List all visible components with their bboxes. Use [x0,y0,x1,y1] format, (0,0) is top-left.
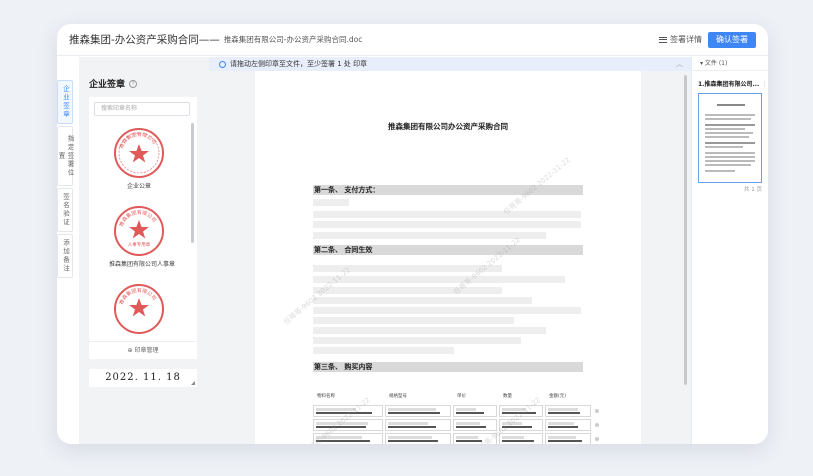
hint-text: 请拖动左侧印章至文件，至少签署 1 处 印章 [230,60,368,68]
text-line [313,327,546,334]
seal-list: 搜索印章名称 推森集团有限公司 企业公章 推森集团有限公司 人事专用章 推森集团… [89,97,197,359]
table-header: 规格型号 [389,394,407,399]
vertical-tabs: 企业签章 指定签署位置 签名验证 添加备注 [57,80,74,280]
file-name: 推森集团有限公司-办公资产采购合同.doc [223,35,363,44]
sign-detail-link[interactable]: 签署详情 [659,34,702,45]
list-icon [659,35,667,44]
page-thumbnail[interactable] [698,93,762,183]
date-stamp[interactable]: 2022. 11. 18 [89,369,197,387]
section-3-heading: 第三条、 购买内容 [313,362,583,372]
table-cell [313,419,383,431]
table-header: 物料名称 [317,394,335,399]
table-cell [313,405,383,417]
document-scrollbar[interactable] [684,75,687,385]
sign-detail-label: 签署详情 [670,35,702,44]
contract-title: 推森集团-办公资产采购合同—— [69,34,220,46]
app-window: 推森集团-办公资产采购合同—— 推森集团有限公司-办公资产采购合同.doc 签署… [57,24,768,444]
text-line [313,221,581,228]
document-viewer: 请拖动左侧印章至文件，至少签署 1 处 印章 ︿ 推森集团有限公司办公资产采购合… [209,57,691,444]
text-line [313,287,502,294]
seal-company-image: 推森集团有限公司 [114,128,164,178]
text-line [313,199,349,206]
row-dot [595,423,599,427]
tab-add-note[interactable]: 添加备注 [57,234,73,278]
text-line [313,265,502,272]
top-bar: 推森集团-办公资产采购合同—— 推森集团有限公司-办公资产采购合同.doc 签署… [57,24,768,56]
more-icon[interactable]: ⋮ [761,81,767,88]
date-value: 2022. 11. 18 [105,372,181,383]
seal-partial[interactable]: 推森集团有限公司 [109,283,169,335]
panel-title: 企业签章 ? [89,77,138,90]
text-line [313,347,454,354]
tab-company-seal[interactable]: 企业签章 [57,80,73,124]
file-panel: ▾ 文件 (1) 1.推森集团有限公司... ⋮ 共 1 页 [691,57,768,444]
tab-sign-position[interactable]: 指定签署位置 [57,126,74,186]
seal-partial-image: 推森集团有限公司 [114,284,164,334]
table-cell [453,419,497,431]
seal-company[interactable]: 推森集团有限公司 企业公章 [109,127,169,190]
document-page[interactable]: 推森集团有限公司办公资产采购合同 第一条、 支付方式： 第二条、 合同生效 第三… [255,71,641,444]
seal-hr[interactable]: 推森集团有限公司 人事专用章 推森集团有限公司人事章 [109,205,176,268]
seal-hr-image: 推森集团有限公司 人事专用章 [114,206,164,256]
document-title: 推森集团有限公司办公资产采购合同 [388,122,508,131]
seal-list-scrollbar[interactable] [191,123,194,243]
seal-manage-button[interactable]: ⊕ 印章管理 [89,341,197,359]
text-line [313,276,565,283]
text-line [313,297,532,304]
seal-hr-subtext: 人事专用章 [128,241,151,248]
seal-search-input[interactable]: 搜索印章名称 [94,102,190,116]
table-cell [385,419,451,431]
row-dot [595,409,599,413]
confirm-sign-button[interactable]: 确认签署 [708,31,756,48]
table-cell [545,433,591,444]
table-cell [499,419,543,431]
files-header[interactable]: ▾ 文件 (1) [692,57,768,71]
file-list-item[interactable]: 1.推森集团有限公司... ⋮ [698,79,767,88]
table-cell [499,433,543,444]
table-cell [545,405,591,417]
text-line [313,232,546,239]
text-line [313,211,581,218]
table-cell [499,405,543,417]
table-cell [313,433,383,444]
table-header: 数量 [503,394,512,399]
hint-bar: 请拖动左侧印章至文件，至少签署 1 处 印章 ︿ [209,57,691,71]
clock-icon [219,60,226,68]
table-cell [385,433,451,444]
tab-signature-verify[interactable]: 签名验证 [57,188,73,232]
text-line [313,307,581,314]
table-cell [545,419,591,431]
row-dot [595,437,599,441]
seal-hr-label: 推森集团有限公司人事章 [109,261,176,268]
table-header: 金额(元) [549,394,567,399]
page-count: 共 1 页 [744,187,762,193]
section-1-heading: 第一条、 支付方式： [313,185,583,195]
text-line [313,317,514,324]
collapse-icon[interactable]: ︿ [676,57,683,71]
table-cell [385,405,451,417]
text-line [313,337,521,344]
table-header: 单价 [457,394,466,399]
table-cell [453,433,497,444]
table-cell [453,405,497,417]
section-2-heading: 第二条、 合同生效 [313,245,583,255]
help-icon[interactable]: ? [129,79,138,88]
resize-handle-icon[interactable] [191,381,195,385]
seal-company-label: 企业公章 [126,183,151,190]
seal-panel: 企业签章 ? 搜索印章名称 推森集团有限公司 企业公章 推森集团有限公司 人事专… [79,57,209,444]
